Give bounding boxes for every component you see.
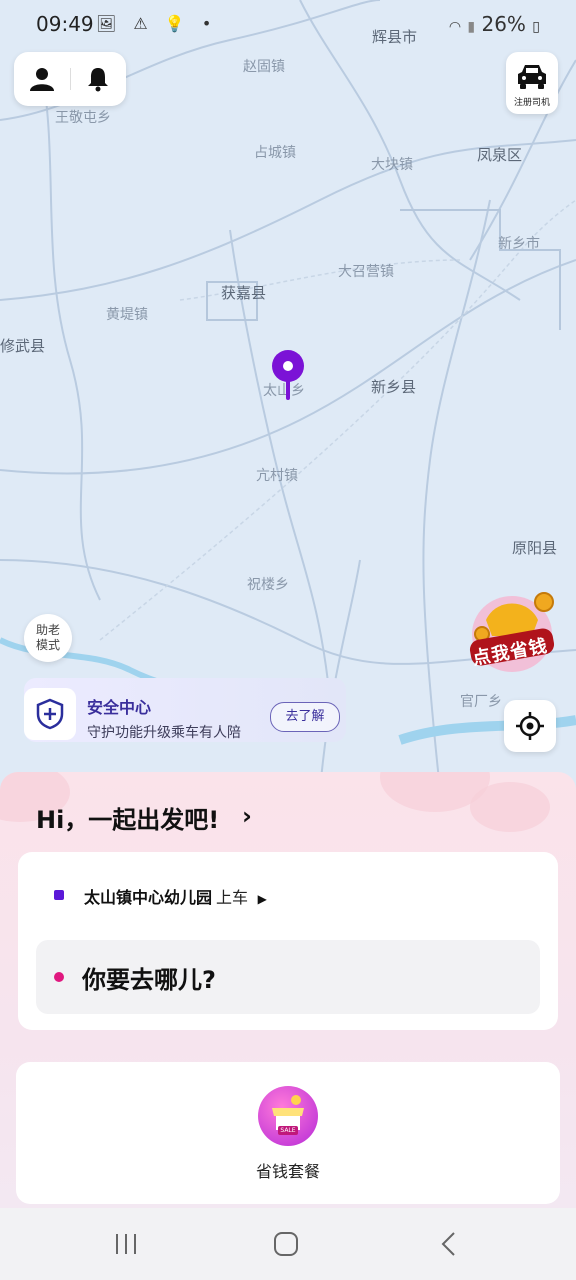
- safety-center-banner[interactable]: 安全中心 守护功能升级乘车有人陪 去了解: [24, 678, 346, 742]
- status-right: ◠ ▮ 26% ▯: [449, 12, 540, 36]
- pickup-dot: [54, 890, 64, 900]
- chevron-right-icon[interactable]: ›: [242, 802, 252, 830]
- back-button[interactable]: [428, 1226, 468, 1262]
- location-pin-icon: [272, 350, 304, 400]
- back-icon: [441, 1232, 455, 1256]
- map-label: 凤泉区: [477, 146, 523, 164]
- save-money-promo[interactable]: 点我省钱: [466, 590, 558, 680]
- destination-dot: [54, 972, 64, 982]
- map-label: 赵固镇: [243, 59, 285, 75]
- status-bar: 09:49 🖼 ⚠ 💡 • ◠ ▮ 26% ▯: [0, 0, 576, 46]
- system-nav-bar: [0, 1208, 576, 1280]
- safety-subtitle: 守护功能升级乘车有人陪: [87, 725, 241, 741]
- caret-right-icon: ▶: [257, 892, 267, 906]
- map-label: 大召营镇: [338, 264, 394, 280]
- map-label: 王敬屯乡: [55, 110, 111, 126]
- pickup-location[interactable]: 太山镇中心幼儿园 上车 ▶: [84, 884, 267, 908]
- safety-title: 安全中心: [87, 698, 152, 717]
- destination-placeholder: 你要去哪儿?: [82, 966, 216, 994]
- home-icon: [274, 1232, 298, 1256]
- map-label: 黄堤镇: [106, 307, 148, 323]
- shop-icon: [272, 1095, 304, 1135]
- recents-icon: [116, 1234, 136, 1254]
- status-time: 09:49: [36, 12, 94, 36]
- map-label: 官厂乡: [460, 694, 502, 710]
- greeting-title[interactable]: Hi，一起出发吧!: [36, 800, 219, 835]
- locate-me-button[interactable]: [504, 700, 556, 752]
- route-card: 太山镇中心幼儿园 上车 ▶ 你要去哪儿?: [18, 852, 558, 1030]
- map-label: 获嘉县: [221, 284, 267, 302]
- shield-icon: [36, 698, 64, 730]
- notifications-button[interactable]: [78, 59, 118, 99]
- destination-input[interactable]: 你要去哪儿?: [36, 940, 540, 1014]
- elder-mode-label: 助老 模式: [35, 623, 60, 652]
- battery-level: 26%: [481, 12, 526, 36]
- decor-blob: [470, 782, 550, 832]
- map-label: 原阳县: [512, 539, 558, 557]
- map-label: 修武县: [0, 337, 46, 355]
- safety-shield-wrap: [24, 688, 76, 740]
- register-driver-label: 注册司机: [513, 98, 550, 108]
- learn-more-button[interactable]: 去了解: [270, 702, 340, 732]
- map-label: 祝楼乡: [247, 577, 289, 593]
- pickup-place: 太山镇中心幼儿园: [84, 888, 213, 907]
- trip-sheet: Hi，一起出发吧! › 太山镇中心幼儿园 上车 ▶ 你要去哪儿? SALE 省钱套…: [0, 772, 576, 1208]
- notification-icons: 🖼 ⚠ 💡 •: [96, 14, 218, 33]
- sale-shop-icon[interactable]: SALE: [258, 1086, 318, 1146]
- wifi-icon: ◠: [448, 19, 462, 35]
- signal-icon: ▮: [467, 19, 476, 35]
- sale-badge: SALE: [280, 1127, 296, 1134]
- recent-apps-button[interactable]: [106, 1226, 146, 1262]
- crosshair-icon: [516, 712, 544, 740]
- home-button[interactable]: [266, 1226, 306, 1262]
- map-label: 大块镇: [371, 157, 413, 173]
- services-card: SALE 省钱套餐: [16, 1062, 560, 1204]
- toolbar-divider: [70, 68, 71, 90]
- top-left-toolbar: [14, 52, 126, 106]
- battery-icon: ▯: [532, 19, 540, 35]
- map-label: 占城镇: [254, 145, 296, 161]
- map-label: 新乡县: [371, 378, 417, 396]
- package-label[interactable]: 省钱套餐: [16, 1158, 560, 1182]
- car-icon: [518, 65, 546, 89]
- map-label: 新乡市: [498, 236, 540, 252]
- map-label: 亢村镇: [256, 468, 298, 484]
- pickup-pin[interactable]: [270, 348, 306, 406]
- pickup-suffix: 上车: [216, 888, 249, 907]
- elder-mode-button[interactable]: 助老 模式: [24, 614, 72, 662]
- register-driver-button[interactable]: 注册司机: [506, 52, 558, 114]
- user-icon: [30, 68, 54, 91]
- bell-icon: [88, 68, 108, 92]
- profile-button[interactable]: [22, 59, 62, 99]
